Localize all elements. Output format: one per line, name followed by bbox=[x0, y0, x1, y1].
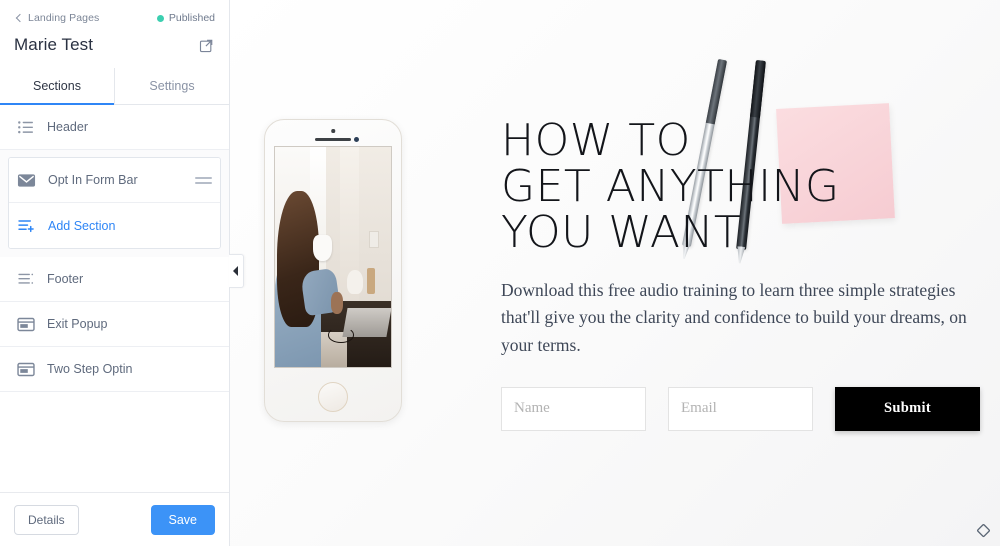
section-row-label: Header bbox=[47, 120, 88, 134]
chevron-left-icon bbox=[14, 14, 23, 23]
external-link-icon[interactable] bbox=[197, 36, 215, 54]
tab-sections[interactable]: Sections bbox=[0, 68, 114, 105]
landing-page-editor: Landing Pages Published Marie Test Secti… bbox=[0, 0, 1000, 546]
section-row-footer[interactable]: Footer bbox=[0, 257, 229, 302]
status-badge: Published bbox=[156, 12, 215, 24]
drag-handle-icon[interactable] bbox=[195, 174, 212, 186]
section-group-card: Opt In Form Bar Add Section bbox=[8, 157, 221, 249]
landing-copy-block: HOW TO GET ANYTHING YOU WANT Download th… bbox=[501, 118, 1000, 431]
section-row-label: Opt In Form Bar bbox=[48, 173, 138, 187]
page-title-row: Marie Test bbox=[14, 35, 215, 55]
section-row-header[interactable]: Header bbox=[0, 105, 229, 150]
phone-home-button bbox=[318, 382, 348, 412]
sidebar-tabs: Sections Settings bbox=[0, 68, 229, 105]
section-row-label: Two Step Optin bbox=[47, 362, 133, 376]
popup-window-icon bbox=[16, 315, 35, 334]
name-input[interactable] bbox=[501, 386, 646, 431]
list-gap bbox=[0, 249, 229, 257]
page-title: Marie Test bbox=[14, 35, 94, 54]
sections-list: Header Opt In Form Bar Add Section Foote… bbox=[0, 105, 229, 492]
email-input[interactable] bbox=[668, 386, 813, 431]
popup-window-icon bbox=[16, 360, 35, 379]
breadcrumb-status-row: Landing Pages Published bbox=[14, 9, 215, 27]
phone-camera-icon bbox=[331, 129, 335, 133]
save-button[interactable]: Save bbox=[150, 504, 215, 535]
add-list-icon bbox=[17, 216, 36, 235]
editor-sidebar: Landing Pages Published Marie Test Secti… bbox=[0, 0, 230, 546]
subcopy: Download this free audio training to lea… bbox=[501, 280, 967, 355]
sidebar-collapse-toggle[interactable] bbox=[229, 254, 244, 288]
optin-form: Submit bbox=[501, 386, 1000, 431]
details-button[interactable]: Details bbox=[14, 504, 79, 535]
sidebar-header: Landing Pages Published Marie Test bbox=[0, 0, 229, 55]
section-row-two-step-optin[interactable]: Two Step Optin bbox=[0, 347, 229, 392]
phone-mockup bbox=[263, 118, 403, 423]
envelope-icon bbox=[17, 171, 36, 190]
landing-page-preview: HOW TO GET ANYTHING YOU WANT Download th… bbox=[230, 0, 1000, 546]
add-section-button[interactable]: Add Section bbox=[9, 203, 220, 248]
section-row-exit-popup[interactable]: Exit Popup bbox=[0, 302, 229, 347]
submit-button[interactable]: Submit bbox=[835, 386, 980, 431]
status-label: Published bbox=[168, 12, 215, 24]
section-row-label: Add Section bbox=[48, 218, 116, 233]
status-dot-icon bbox=[156, 14, 164, 22]
phone-screen-photo bbox=[274, 146, 392, 368]
section-row-label: Footer bbox=[47, 272, 84, 286]
phone-sensor bbox=[354, 137, 359, 142]
list-icon bbox=[16, 118, 35, 137]
section-row-label: Exit Popup bbox=[47, 317, 108, 331]
phone-speaker bbox=[315, 138, 351, 141]
sidebar-footer: Details Save bbox=[0, 492, 229, 546]
headline: HOW TO GET ANYTHING YOU WANT bbox=[501, 115, 840, 258]
breadcrumb-label: Landing Pages bbox=[28, 12, 100, 24]
breadcrumb[interactable]: Landing Pages bbox=[14, 12, 99, 24]
section-row-opt-in-form-bar[interactable]: Opt In Form Bar bbox=[9, 158, 220, 203]
collapse-left-icon bbox=[233, 266, 238, 276]
sections-empty-area bbox=[0, 392, 229, 492]
diamond-handle-icon[interactable] bbox=[975, 522, 992, 539]
footer-list-icon bbox=[16, 270, 35, 289]
tab-settings[interactable]: Settings bbox=[114, 68, 229, 105]
